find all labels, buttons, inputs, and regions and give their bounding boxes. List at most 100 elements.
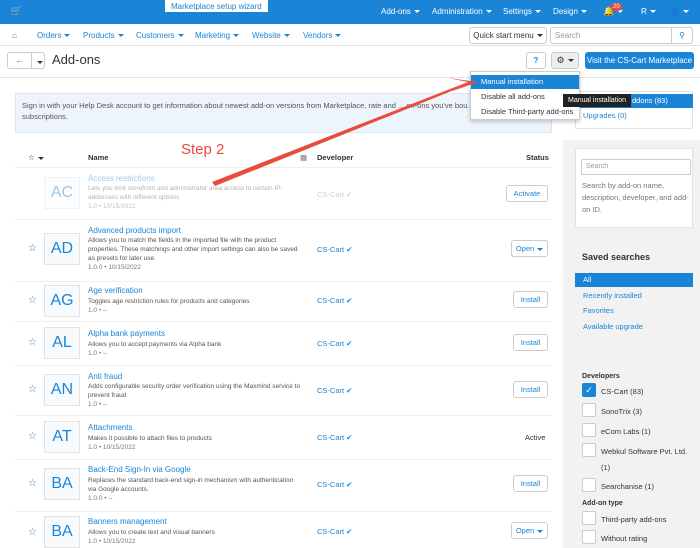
cart-icon[interactable]: 🛒 bbox=[10, 6, 22, 17]
addon-developer[interactable]: CS-Cart ✔ bbox=[317, 527, 352, 536]
tab-upgrades[interactable]: Upgrades (0) bbox=[583, 111, 627, 120]
addon-name[interactable]: Banners management bbox=[88, 517, 167, 526]
marketplace-wizard-button[interactable]: Marketplace setup wizard bbox=[164, 0, 269, 13]
star-icon[interactable]: ☆ bbox=[28, 431, 37, 442]
addon-description: Adds configurable security order verific… bbox=[88, 383, 301, 399]
dev-label: Searchanise (1) bbox=[601, 482, 654, 491]
addon-name[interactable]: Attachments bbox=[88, 423, 132, 432]
developer-name: CS-Cart bbox=[317, 480, 345, 489]
checkbox-searchanise[interactable] bbox=[582, 478, 596, 492]
help-icon[interactable]: ? bbox=[526, 52, 546, 69]
menu-disable-third-party[interactable]: Disable Third-party add-ons bbox=[471, 105, 579, 119]
open-button[interactable]: Open bbox=[511, 240, 548, 257]
type-label: Third-party add-ons bbox=[601, 515, 667, 524]
addon-developer[interactable]: CS-Cart ✔ bbox=[317, 386, 352, 395]
addon-description: Allows you to match the fields in the im… bbox=[88, 237, 298, 262]
star-icon[interactable]: ☆ bbox=[28, 243, 37, 254]
tooltip: Manual installation bbox=[563, 94, 631, 107]
install-button[interactable]: Install bbox=[513, 334, 548, 351]
gear-icon[interactable]: ⚙ bbox=[551, 52, 579, 69]
nav-website[interactable]: Website bbox=[252, 31, 290, 40]
search-icon[interactable]: ⚲ bbox=[671, 27, 693, 44]
verified-icon: ✔ bbox=[346, 296, 353, 305]
language-selector[interactable]: R bbox=[641, 7, 656, 16]
addon-name[interactable]: Access restrictions bbox=[88, 174, 155, 183]
checkbox-webkul[interactable] bbox=[582, 443, 596, 457]
activate-button[interactable]: Activate bbox=[506, 185, 548, 202]
addon-logo: AL bbox=[44, 327, 80, 359]
checkbox-sonotrix[interactable] bbox=[582, 403, 596, 417]
addon-name[interactable]: Alpha bank payments bbox=[88, 329, 165, 338]
addon-developer[interactable]: CS-Cart ✔ bbox=[317, 245, 352, 254]
saved-search-all[interactable]: All bbox=[575, 273, 693, 287]
favorites-sort-icon[interactable]: ☆ bbox=[28, 153, 44, 162]
addon-developer[interactable]: CS-Cart ✔ bbox=[317, 433, 352, 442]
arrow-left-icon[interactable]: ← bbox=[8, 53, 32, 68]
addon-description: Allows you to create text and visual ban… bbox=[88, 529, 215, 536]
verified-icon: ✔ bbox=[346, 433, 353, 442]
menu-manual-installation[interactable]: Manual installation bbox=[471, 75, 579, 89]
addon-name[interactable]: Back-End Sign-In via Google bbox=[88, 465, 191, 474]
dev-label: Webkul Software Pvt. Ltd. bbox=[601, 447, 688, 456]
calendar-icon[interactable]: ▦ bbox=[300, 153, 307, 162]
developer-name: CS-Cart bbox=[317, 433, 345, 442]
install-button[interactable]: Install bbox=[513, 475, 548, 492]
notification-badge: 20 bbox=[611, 3, 622, 11]
dev-label: SonoTrix (3) bbox=[601, 407, 642, 416]
topnav-administration[interactable]: Administration bbox=[432, 7, 492, 16]
topnav-design[interactable]: Design bbox=[553, 7, 587, 16]
developer-name: CS-Cart bbox=[317, 190, 345, 199]
addon-developer[interactable]: CS-Cart ✔ bbox=[317, 480, 352, 489]
addon-version: 1.0 • 10/15/2022 bbox=[88, 538, 136, 545]
chevron-down-icon[interactable] bbox=[34, 58, 43, 67]
addon-description: Replaces the standard back-end sign-in m… bbox=[88, 477, 294, 493]
addon-name[interactable]: Advanced products import bbox=[88, 226, 181, 235]
global-search-input[interactable]: Search bbox=[550, 27, 672, 44]
install-button[interactable]: Install bbox=[513, 381, 548, 398]
topnav-settings[interactable]: Settings bbox=[503, 7, 541, 16]
saved-search-recent[interactable]: Recently installed bbox=[575, 289, 693, 303]
addon-logo: BA bbox=[44, 468, 80, 500]
addon-description: Toggles age restriction rules for produc… bbox=[88, 298, 250, 305]
open-button[interactable]: Open bbox=[511, 522, 548, 539]
checkbox-ecomlabs[interactable] bbox=[582, 423, 596, 437]
nav-marketing[interactable]: Marketing bbox=[195, 31, 239, 40]
star-icon[interactable]: ☆ bbox=[28, 478, 37, 489]
nav-customers[interactable]: Customers bbox=[136, 31, 184, 40]
star-icon[interactable]: ☆ bbox=[28, 295, 37, 306]
star-icon[interactable]: ☆ bbox=[28, 384, 37, 395]
checkbox-without-rating[interactable] bbox=[582, 530, 596, 544]
verified-icon: ✔ bbox=[346, 245, 353, 254]
checkbox-third-party[interactable] bbox=[582, 511, 596, 525]
user-icon[interactable]: 👤 bbox=[670, 7, 689, 16]
addon-developer[interactable]: CS-Cart ✔ bbox=[317, 190, 352, 199]
nav-orders[interactable]: Orders bbox=[37, 31, 70, 40]
back-button[interactable]: ← bbox=[7, 52, 45, 69]
name-header[interactable]: Name bbox=[88, 153, 108, 162]
saved-search-upgrade[interactable]: Available upgrade bbox=[575, 320, 693, 334]
addon-search-input[interactable]: Search bbox=[581, 159, 691, 175]
step-annotation: Step 2 bbox=[181, 141, 225, 158]
nav-products[interactable]: Products bbox=[83, 31, 124, 40]
addon-developer[interactable]: CS-Cart ✔ bbox=[317, 339, 352, 348]
developer-header[interactable]: Developer bbox=[317, 153, 353, 162]
quick-start-menu[interactable]: Quick start menu bbox=[469, 27, 547, 44]
nav-vendors[interactable]: Vendors bbox=[303, 31, 341, 40]
star-icon[interactable]: ☆ bbox=[28, 527, 37, 538]
addon-name[interactable]: Anti fraud bbox=[88, 372, 122, 381]
verified-icon: ✔ bbox=[346, 386, 353, 395]
topnav-addons[interactable]: Add-ons bbox=[381, 7, 420, 16]
status-header[interactable]: Status bbox=[526, 153, 549, 162]
install-button[interactable]: Install bbox=[513, 291, 548, 308]
addon-description: Makes it possible to attach files to pro… bbox=[88, 435, 212, 442]
addon-type-title: Add-on type bbox=[582, 500, 623, 507]
visit-marketplace-button[interactable]: Visit the CS-Cart Marketplace bbox=[585, 52, 694, 69]
saved-search-favorites[interactable]: Favorites bbox=[575, 304, 693, 318]
addon-version: 1.0 • 10/15/2022 bbox=[88, 203, 136, 210]
home-icon[interactable]: ⌂ bbox=[12, 31, 17, 40]
star-icon[interactable]: ☆ bbox=[28, 337, 37, 348]
verified-icon: ✔ bbox=[346, 190, 353, 199]
addon-developer[interactable]: CS-Cart ✔ bbox=[317, 296, 352, 305]
checkbox-cscart[interactable]: ✓ bbox=[582, 383, 596, 397]
addon-name[interactable]: Age verification bbox=[88, 286, 143, 295]
